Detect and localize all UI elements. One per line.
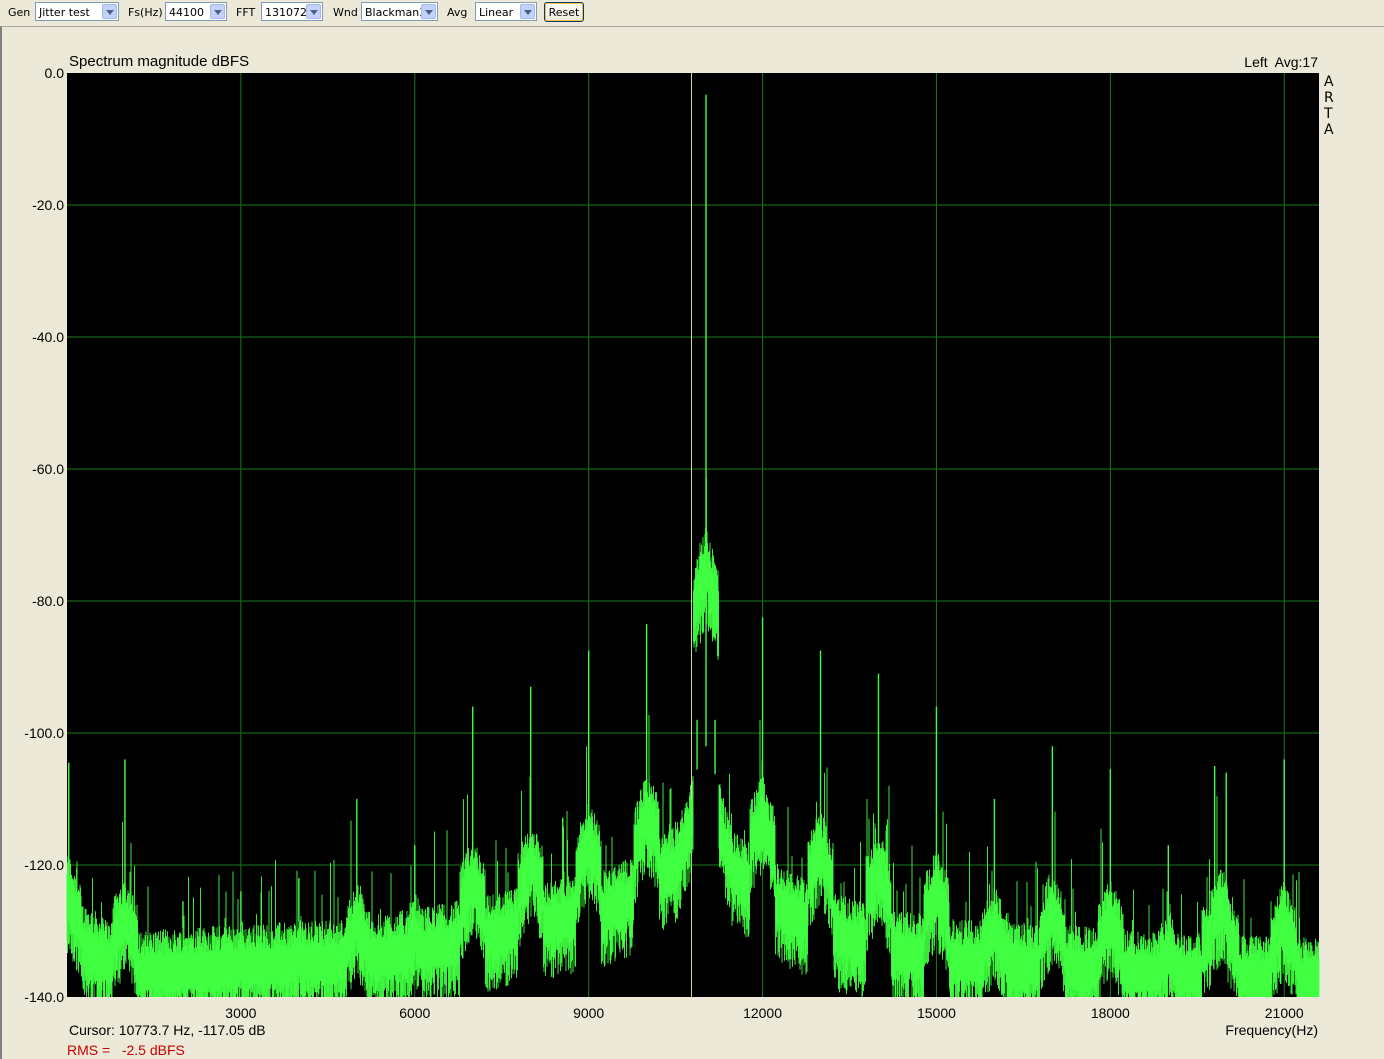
x-tick-label: 21000 <box>1265 1005 1304 1021</box>
y-tick-label: -140.0 <box>24 989 64 1005</box>
x-tick-label: 18000 <box>1091 1005 1130 1021</box>
plot-area[interactable] <box>67 73 1319 997</box>
x-tick-label: 12000 <box>743 1005 782 1021</box>
x-axis-label: Frequency(Hz) <box>1225 1022 1318 1038</box>
x-tick-label: 9000 <box>573 1005 604 1021</box>
rms-readout: RMS = -2.5 dBFS <box>67 1042 185 1058</box>
y-tick-label: -20.0 <box>32 197 64 213</box>
x-tick-label: 15000 <box>917 1005 956 1021</box>
chart-title: Spectrum magnitude dBFS <box>69 53 249 70</box>
y-tick-label: -80.0 <box>32 593 64 609</box>
y-tick-label: -40.0 <box>32 329 64 345</box>
y-tick-labels: 0.0 -20.0 -40.0 -60.0 -80.0 -100.0 -120.0 -140.… <box>24 65 64 1005</box>
y-tick-label: -60.0 <box>32 461 64 477</box>
channel-avg-label: Left Avg:17 <box>1244 54 1318 70</box>
arta-logo-letter: A <box>1324 122 1334 138</box>
y-tick-label: -120.0 <box>24 857 64 873</box>
x-tick-label: 6000 <box>399 1005 430 1021</box>
spectrum-chart[interactable]: Spectrum magnitude dBFS Left Avg:17 0.0 -… <box>0 0 1384 1059</box>
arta-logo-letter: A <box>1324 74 1334 90</box>
y-tick-label: 0.0 <box>45 65 65 81</box>
x-tick-labels: 3000 6000 9000 12000 15000 18000 21000 <box>225 1005 1304 1021</box>
x-tick-label: 3000 <box>225 1005 256 1021</box>
cursor-readout: Cursor: 10773.7 Hz, -117.05 dB <box>69 1022 266 1038</box>
y-tick-label: -100.0 <box>24 725 64 741</box>
arta-logo-letter: R <box>1324 90 1334 106</box>
arta-logo-letter: T <box>1324 106 1333 122</box>
